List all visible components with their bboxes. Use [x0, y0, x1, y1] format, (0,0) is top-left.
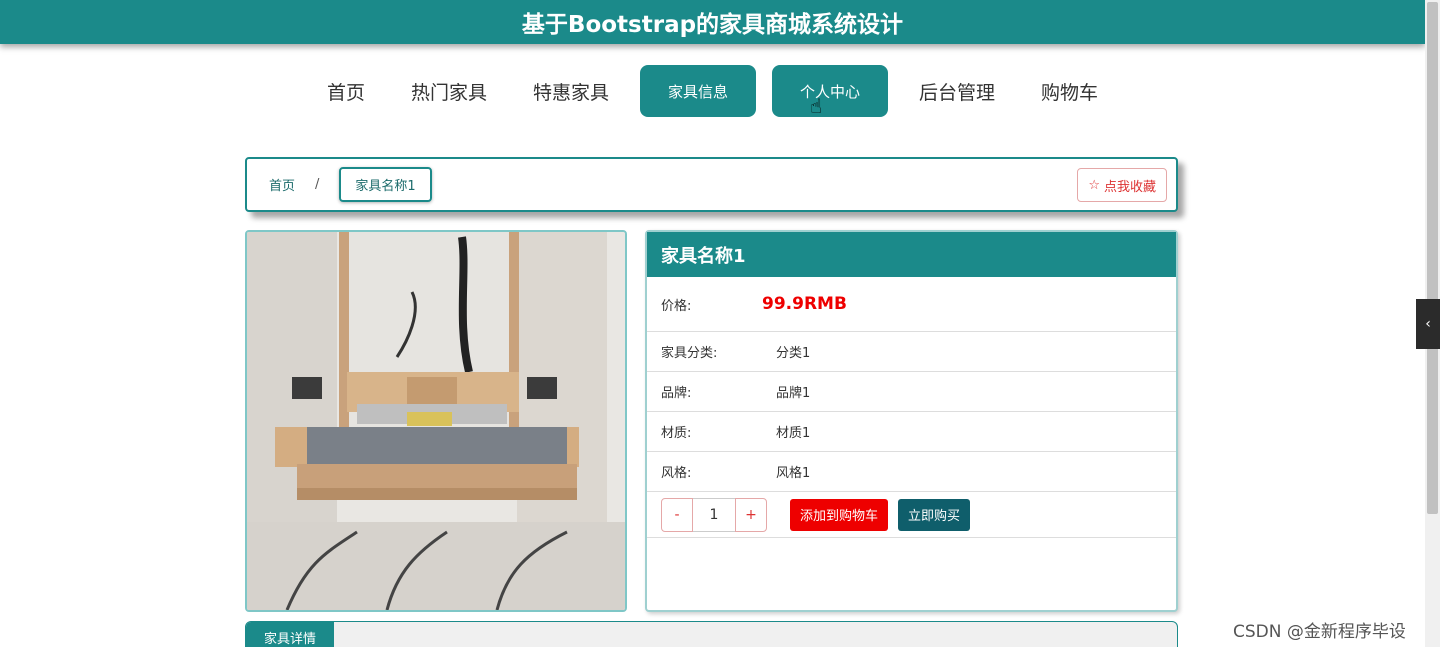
- hand-cursor-icon: ☝: [810, 94, 823, 118]
- product-title: 家具名称1: [647, 232, 1176, 277]
- quantity-input[interactable]: 1: [693, 497, 735, 532]
- favorite-label: 点我收藏: [1103, 179, 1156, 195]
- side-panel-toggle[interactable]: ‹: [1416, 299, 1440, 349]
- buy-now-button[interactable]: 立即购买: [898, 498, 971, 531]
- attr-value: 品牌1: [776, 386, 811, 401]
- nav-item-hot-furniture[interactable]: 热门家具: [388, 65, 510, 117]
- details-tabs: 家具详情: [245, 621, 1178, 647]
- attr-value: 材质1: [776, 426, 811, 441]
- breadcrumb-separator: /: [315, 177, 320, 192]
- attr-row-material: 材质: 材质1: [647, 412, 1176, 452]
- attr-label: 材质:: [661, 426, 692, 441]
- attr-value: 风格1: [776, 466, 811, 481]
- price-row: 价格: 99.9RMB: [647, 277, 1176, 332]
- decrement-button[interactable]: -: [661, 497, 693, 532]
- nav-item-cart[interactable]: 购物车: [1018, 65, 1121, 117]
- favorite-button[interactable]: ☆ 点我收藏: [1077, 168, 1167, 202]
- actions-row: - 1 + 添加到购物车 立即购买: [647, 492, 1176, 538]
- nav-item-home[interactable]: 首页: [304, 65, 388, 117]
- nav-item-personal-center[interactable]: 个人中心: [772, 65, 889, 117]
- price-value: 99.9RMB: [762, 294, 847, 314]
- breadcrumb: 首页 / 家具名称1 ☆ 点我收藏: [245, 157, 1178, 212]
- scrollbar-thumb[interactable]: [1427, 2, 1438, 514]
- attr-value: 分类1: [776, 346, 811, 361]
- increment-button[interactable]: +: [735, 497, 767, 532]
- tab-details[interactable]: 家具详情: [246, 622, 334, 647]
- chevron-left-icon: ‹: [1425, 316, 1431, 332]
- product-info-panel: 家具名称1 价格: 99.9RMB 家具分类: 分类1 品牌: 品牌1 材质: …: [645, 230, 1178, 612]
- main-nav: 首页 热门家具 特惠家具 家具信息 个人中心 后台管理 购物车: [0, 64, 1425, 118]
- breadcrumb-current: 家具名称1: [339, 167, 432, 202]
- bedroom-illustration: [247, 232, 625, 610]
- watermark: CSDN @金新程序毕设: [1233, 622, 1406, 642]
- attr-label: 风格:: [661, 466, 692, 481]
- product-image: [245, 230, 627, 612]
- nav-item-furniture-info[interactable]: 家具信息: [639, 65, 756, 117]
- quantity-stepper: - 1 +: [661, 497, 767, 532]
- breadcrumb-home[interactable]: 首页: [269, 175, 295, 194]
- add-to-cart-button[interactable]: 添加到购物车: [790, 498, 889, 531]
- nav-item-admin[interactable]: 后台管理: [896, 65, 1018, 117]
- attr-row-category: 家具分类: 分类1: [647, 332, 1176, 372]
- price-label: 价格:: [661, 298, 692, 314]
- site-header: 基于Bootstrap的家具商城系统设计: [0, 0, 1425, 44]
- attr-row-style: 风格: 风格1: [647, 452, 1176, 492]
- site-title: 基于Bootstrap的家具商城系统设计: [521, 12, 904, 38]
- attr-row-brand: 品牌: 品牌1: [647, 372, 1176, 412]
- attr-label: 家具分类:: [661, 346, 718, 361]
- star-icon: ☆: [1088, 177, 1100, 193]
- nav-item-special-offers[interactable]: 特惠家具: [510, 65, 632, 117]
- attr-label: 品牌:: [661, 386, 692, 401]
